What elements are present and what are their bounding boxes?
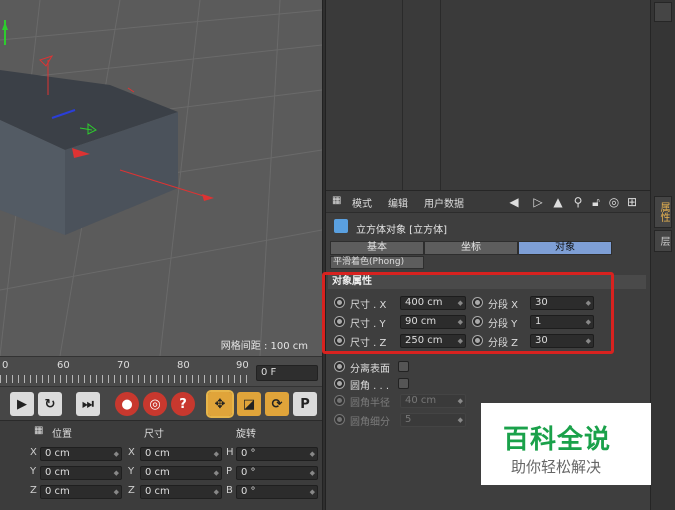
- back-arrow-icon[interactable]: ◀: [506, 194, 522, 210]
- help-icon[interactable]: ?: [171, 392, 195, 416]
- highlight-annotation-box: [322, 272, 614, 354]
- lock-icon[interactable]: 🔓︎: [588, 194, 604, 210]
- search-icon[interactable]: ⚲: [570, 194, 586, 210]
- current-frame-field[interactable]: 0 F: [256, 365, 318, 381]
- rotation-b-field[interactable]: 0 °: [236, 485, 318, 499]
- timeline-ruler[interactable]: [0, 375, 252, 383]
- fillet-label: 圆角 . . .: [350, 381, 390, 392]
- watermark-subtitle: 助你轻松解决: [511, 458, 602, 476]
- separate-surfaces-label: 分离表面: [350, 364, 390, 375]
- grip-icon: ▦: [332, 195, 342, 206]
- column-divider: [440, 0, 441, 190]
- object-title: 立方体对象 [立方体]: [356, 225, 447, 236]
- position-header: 位置: [52, 429, 72, 440]
- rotation-p-field[interactable]: 0 °: [236, 466, 318, 480]
- tick-label: 0: [2, 360, 9, 371]
- animate-radio[interactable]: [334, 361, 345, 372]
- rotation-header: 旋转: [236, 429, 256, 440]
- tick-label: 60: [57, 360, 70, 371]
- move-tool-icon[interactable]: ✥: [206, 390, 234, 418]
- axis-label: X: [30, 447, 37, 458]
- watermark-logo: 百科全说 助你轻松解决: [481, 403, 651, 485]
- forward-arrow-icon[interactable]: ▷: [530, 194, 546, 210]
- axis-label: P: [226, 466, 233, 477]
- animate-radio[interactable]: [334, 395, 345, 406]
- animate-radio[interactable]: [334, 414, 345, 425]
- size-y-field[interactable]: 0 cm: [140, 466, 222, 480]
- tab-coord[interactable]: 坐标: [424, 241, 518, 255]
- axis-label: X: [128, 447, 135, 458]
- transport-toolbar: ▶ ↻ ⏭ ● ◎ ? ✥ ◪ ⟳ P: [0, 386, 322, 420]
- timeline[interactable]: 0 60 70 80 90 0 F: [0, 356, 322, 386]
- axis-label: H: [226, 447, 234, 458]
- menu-edit[interactable]: 编辑: [388, 195, 408, 210]
- parameter-icon[interactable]: P: [293, 392, 317, 416]
- viewport-scene: [0, 0, 322, 356]
- side-tab-attributes[interactable]: 属性: [654, 196, 672, 228]
- menu-userdata[interactable]: 用户数据: [424, 195, 464, 210]
- side-tab-layers[interactable]: 层: [654, 230, 672, 252]
- scale-tool-icon[interactable]: ◪: [237, 392, 261, 416]
- position-y-field[interactable]: 0 cm: [40, 466, 122, 480]
- cube-object-icon: [334, 219, 348, 233]
- axis-label: Y: [128, 466, 135, 477]
- grid-spacing-label: 网格间距 : 100 cm: [220, 341, 308, 352]
- rotate-tool-icon[interactable]: ⟳: [265, 392, 289, 416]
- position-x-field[interactable]: 0 cm: [40, 447, 122, 461]
- attribute-menubar: ▦ 模式 编辑 用户数据 ◀ ▷ ▲ ⚲ 🔓︎ ◎ ⊞: [326, 191, 650, 213]
- fillet-subdiv-input[interactable]: 5: [400, 413, 466, 427]
- fillet-radius-input[interactable]: 40 cm: [400, 394, 466, 408]
- tab-phong[interactable]: 平滑着色(Phong): [330, 256, 424, 269]
- coordinate-manager: ▦ 位置 尺寸 旋转 X 0 cm X 0 cm H 0 ° Y 0 cm Y …: [0, 420, 322, 510]
- side-tab-strip: 属性 层: [650, 0, 675, 510]
- side-tab-top[interactable]: [654, 2, 672, 22]
- fillet-subdiv-label: 圆角细分: [350, 417, 390, 428]
- tick-label: 70: [117, 360, 130, 371]
- axis-label: B: [226, 485, 233, 496]
- tab-object[interactable]: 对象: [518, 241, 612, 255]
- animate-radio[interactable]: [334, 378, 345, 389]
- record-keys-icon[interactable]: ●: [115, 392, 139, 416]
- up-arrow-icon[interactable]: ▲: [550, 194, 566, 210]
- rotation-h-field[interactable]: 0 °: [236, 447, 318, 461]
- go-to-end-icon[interactable]: ⏭: [76, 392, 100, 416]
- new-panel-icon[interactable]: ⊞: [624, 194, 640, 210]
- fillet-radius-label: 圆角半径: [350, 398, 390, 409]
- object-manager[interactable]: [326, 0, 650, 190]
- autokey-icon[interactable]: ◎: [143, 392, 167, 416]
- axis-label: Z: [30, 485, 37, 496]
- size-z-field[interactable]: 0 cm: [140, 485, 222, 499]
- tick-label: 90: [236, 360, 249, 371]
- separate-surfaces-row: 分离表面: [326, 359, 650, 375]
- watermark-title: 百科全说: [503, 425, 612, 455]
- grip-icon: ▦: [34, 425, 44, 436]
- attribute-tabs: 基本 坐标 对象: [330, 241, 612, 255]
- separate-surfaces-checkbox[interactable]: [398, 361, 409, 372]
- loop-icon[interactable]: ↻: [38, 392, 62, 416]
- menu-mode[interactable]: 模式: [352, 195, 372, 210]
- 3d-viewport[interactable]: 网格间距 : 100 cm: [0, 0, 322, 356]
- axis-label: Y: [30, 466, 37, 477]
- tab-basic[interactable]: 基本: [330, 241, 424, 255]
- column-divider: [402, 0, 403, 190]
- fillet-row: 圆角 . . .: [326, 376, 650, 392]
- axis-label: Z: [128, 485, 135, 496]
- target-icon[interactable]: ◎: [606, 194, 622, 210]
- position-z-field[interactable]: 0 cm: [40, 485, 122, 499]
- fillet-checkbox[interactable]: [398, 378, 409, 389]
- size-header: 尺寸: [144, 429, 164, 440]
- size-x-field[interactable]: 0 cm: [140, 447, 222, 461]
- tick-label: 80: [177, 360, 190, 371]
- play-forward-icon[interactable]: ▶: [10, 392, 34, 416]
